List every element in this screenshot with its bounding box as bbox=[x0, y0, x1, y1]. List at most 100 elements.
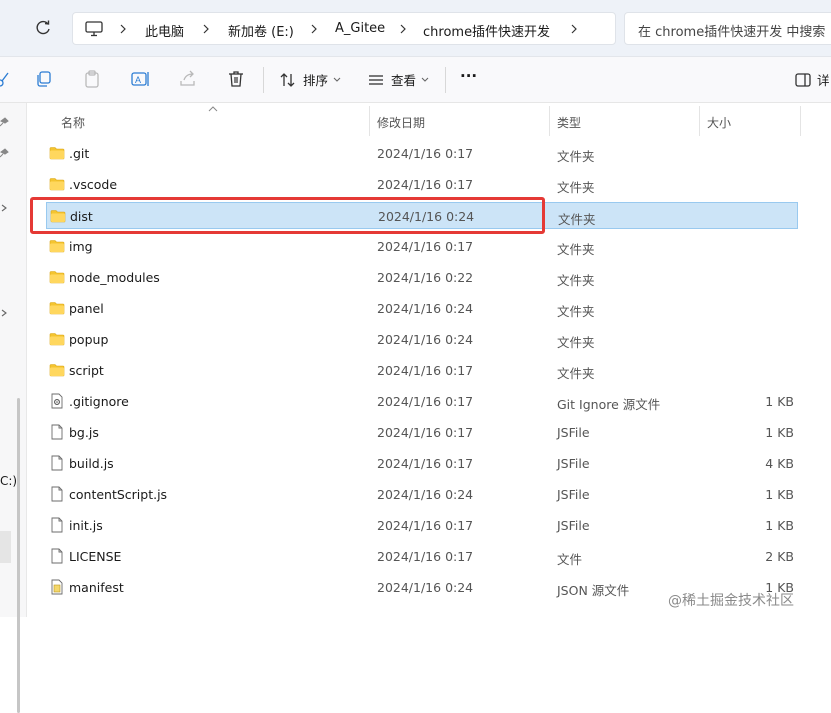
file-date: 2024/1/16 0:17 bbox=[377, 363, 474, 378]
file-date: 2024/1/16 0:17 bbox=[377, 177, 474, 192]
details-pane-button[interactable]: 详 bbox=[795, 70, 830, 90]
folder-icon bbox=[49, 364, 65, 377]
sort-icon bbox=[280, 72, 295, 87]
file-icon bbox=[51, 486, 63, 502]
breadcrumb-item-current-folder[interactable]: chrome插件快速开发 bbox=[423, 21, 550, 40]
file-type: 文件夹 bbox=[557, 180, 595, 195]
file-size: 1 KB bbox=[765, 394, 794, 409]
breadcrumb-item-this-pc[interactable]: 此电脑 bbox=[145, 21, 184, 40]
json-file-icon bbox=[51, 579, 63, 595]
svg-text:A: A bbox=[135, 75, 141, 85]
file-date: 2024/1/16 0:17 bbox=[377, 394, 474, 409]
file-size: 1 KB bbox=[765, 518, 794, 533]
file-row[interactable]: bg.js 2024/1/16 0:17 JSFile 1 KB bbox=[46, 419, 798, 446]
file-name: manifest bbox=[69, 580, 124, 595]
file-name: popup bbox=[69, 332, 109, 347]
column-header-type[interactable]: 类型 bbox=[557, 114, 581, 131]
file-size: 4 KB bbox=[765, 456, 794, 471]
details-label: 详 bbox=[817, 73, 830, 88]
pin-icon[interactable] bbox=[0, 148, 9, 158]
file-name: init.js bbox=[69, 518, 103, 533]
breadcrumb-item-drive-e[interactable]: 新加卷 (E:) bbox=[228, 21, 294, 40]
address-bar: 此电脑 新加卷 (E:) A_Gitee chrome插件快速开发 在 chro… bbox=[0, 0, 831, 57]
highlight-annotation-box bbox=[30, 197, 545, 234]
file-row[interactable]: .vscode 2024/1/16 0:17 文件夹 bbox=[46, 171, 798, 198]
file-type: 文件夹 bbox=[557, 335, 595, 350]
chevron-right-icon[interactable] bbox=[201, 23, 211, 35]
file-size: 1 KB bbox=[765, 487, 794, 502]
breadcrumb[interactable]: 此电脑 新加卷 (E:) A_Gitee chrome插件快速开发 bbox=[72, 12, 616, 45]
file-row[interactable]: contentScript.js 2024/1/16 0:24 JSFile 1 KB bbox=[46, 481, 798, 508]
column-divider[interactable] bbox=[549, 106, 550, 136]
file-date: 2024/1/16 0:22 bbox=[377, 270, 474, 285]
chevron-right-icon[interactable] bbox=[0, 203, 9, 213]
search-input[interactable]: 在 chrome插件快速开发 中搜索 bbox=[624, 12, 831, 45]
column-header-date[interactable]: 修改日期 bbox=[377, 114, 425, 131]
file-row[interactable]: build.js 2024/1/16 0:17 JSFile 4 KB bbox=[46, 450, 798, 477]
view-list-icon bbox=[369, 74, 383, 85]
gear-file-icon bbox=[51, 393, 63, 409]
folder-icon bbox=[49, 333, 65, 346]
file-row[interactable]: panel 2024/1/16 0:24 文件夹 bbox=[46, 295, 798, 322]
nav-scrollbar[interactable] bbox=[17, 398, 20, 713]
file-row[interactable]: img 2024/1/16 0:17 文件夹 bbox=[46, 233, 798, 260]
file-row[interactable]: LICENSE 2024/1/16 0:17 文件 2 KB bbox=[46, 543, 798, 570]
view-button[interactable]: 查看 bbox=[367, 70, 429, 90]
file-size: 1 KB bbox=[765, 425, 794, 440]
file-date: 2024/1/16 0:17 bbox=[377, 146, 474, 161]
file-row[interactable]: script 2024/1/16 0:17 文件夹 bbox=[46, 357, 798, 384]
chevron-right-icon[interactable] bbox=[398, 23, 408, 35]
copy-icon[interactable] bbox=[34, 69, 54, 89]
chevron-right-icon[interactable] bbox=[118, 23, 128, 35]
rename-icon[interactable]: A bbox=[130, 69, 150, 89]
share-icon[interactable] bbox=[178, 69, 198, 89]
details-pane-icon bbox=[795, 72, 811, 87]
file-date: 2024/1/16 0:17 bbox=[377, 518, 474, 533]
file-icon bbox=[51, 424, 63, 440]
file-name: LICENSE bbox=[69, 549, 122, 564]
file-size: 2 KB bbox=[765, 549, 794, 564]
chevron-right-icon[interactable] bbox=[309, 23, 319, 35]
file-icon bbox=[51, 517, 63, 533]
chevron-down-icon bbox=[421, 77, 429, 82]
delete-icon[interactable] bbox=[226, 69, 246, 89]
paste-icon[interactable] bbox=[82, 69, 102, 89]
chevron-right-icon[interactable] bbox=[569, 23, 579, 35]
file-row[interactable]: init.js 2024/1/16 0:17 JSFile 1 KB bbox=[46, 512, 798, 539]
file-row[interactable]: .git 2024/1/16 0:17 文件夹 bbox=[46, 140, 798, 167]
file-row[interactable]: node_modules 2024/1/16 0:22 文件夹 bbox=[46, 264, 798, 291]
file-type: 文件夹 bbox=[557, 366, 595, 381]
sort-button[interactable]: 排序 bbox=[279, 70, 341, 90]
file-name: .vscode bbox=[69, 177, 118, 192]
file-type: JSON 源文件 bbox=[557, 583, 630, 598]
nav-item-highlight[interactable] bbox=[0, 531, 11, 563]
file-type: 文件夹 bbox=[557, 149, 595, 164]
file-name: contentScript.js bbox=[69, 487, 168, 502]
chevron-right-icon[interactable] bbox=[0, 308, 9, 318]
column-divider[interactable] bbox=[800, 106, 801, 136]
watermark: @稀土掘金技术社区 bbox=[668, 593, 794, 609]
more-options-button[interactable]: ··· bbox=[460, 67, 477, 87]
refresh-icon[interactable] bbox=[33, 18, 53, 38]
cut-icon[interactable] bbox=[0, 69, 12, 89]
view-label: 查看 bbox=[391, 73, 417, 88]
file-name: panel bbox=[69, 301, 104, 316]
file-type: JSFile bbox=[557, 456, 590, 471]
column-divider[interactable] bbox=[699, 106, 700, 136]
file-name: bg.js bbox=[69, 425, 99, 440]
file-date: 2024/1/16 0:17 bbox=[377, 425, 474, 440]
file-type: 文件夹 bbox=[557, 304, 595, 319]
column-header-size[interactable]: 大小 bbox=[707, 114, 731, 131]
folder-icon bbox=[49, 271, 65, 284]
column-header-name[interactable]: 名称 bbox=[61, 114, 85, 131]
nav-item-drive-c[interactable]: C:) bbox=[0, 474, 17, 488]
file-type: JSFile bbox=[557, 425, 590, 440]
sort-ascending-icon bbox=[208, 106, 218, 112]
file-type: JSFile bbox=[557, 487, 590, 502]
breadcrumb-item-a-gitee[interactable]: A_Gitee bbox=[335, 21, 385, 36]
pin-icon[interactable] bbox=[0, 117, 9, 127]
file-name: .gitignore bbox=[69, 394, 129, 409]
column-divider[interactable] bbox=[369, 106, 370, 136]
file-row[interactable]: .gitignore 2024/1/16 0:17 Git Ignore 源文件 1 … bbox=[46, 388, 798, 415]
file-row[interactable]: popup 2024/1/16 0:24 文件夹 bbox=[46, 326, 798, 353]
